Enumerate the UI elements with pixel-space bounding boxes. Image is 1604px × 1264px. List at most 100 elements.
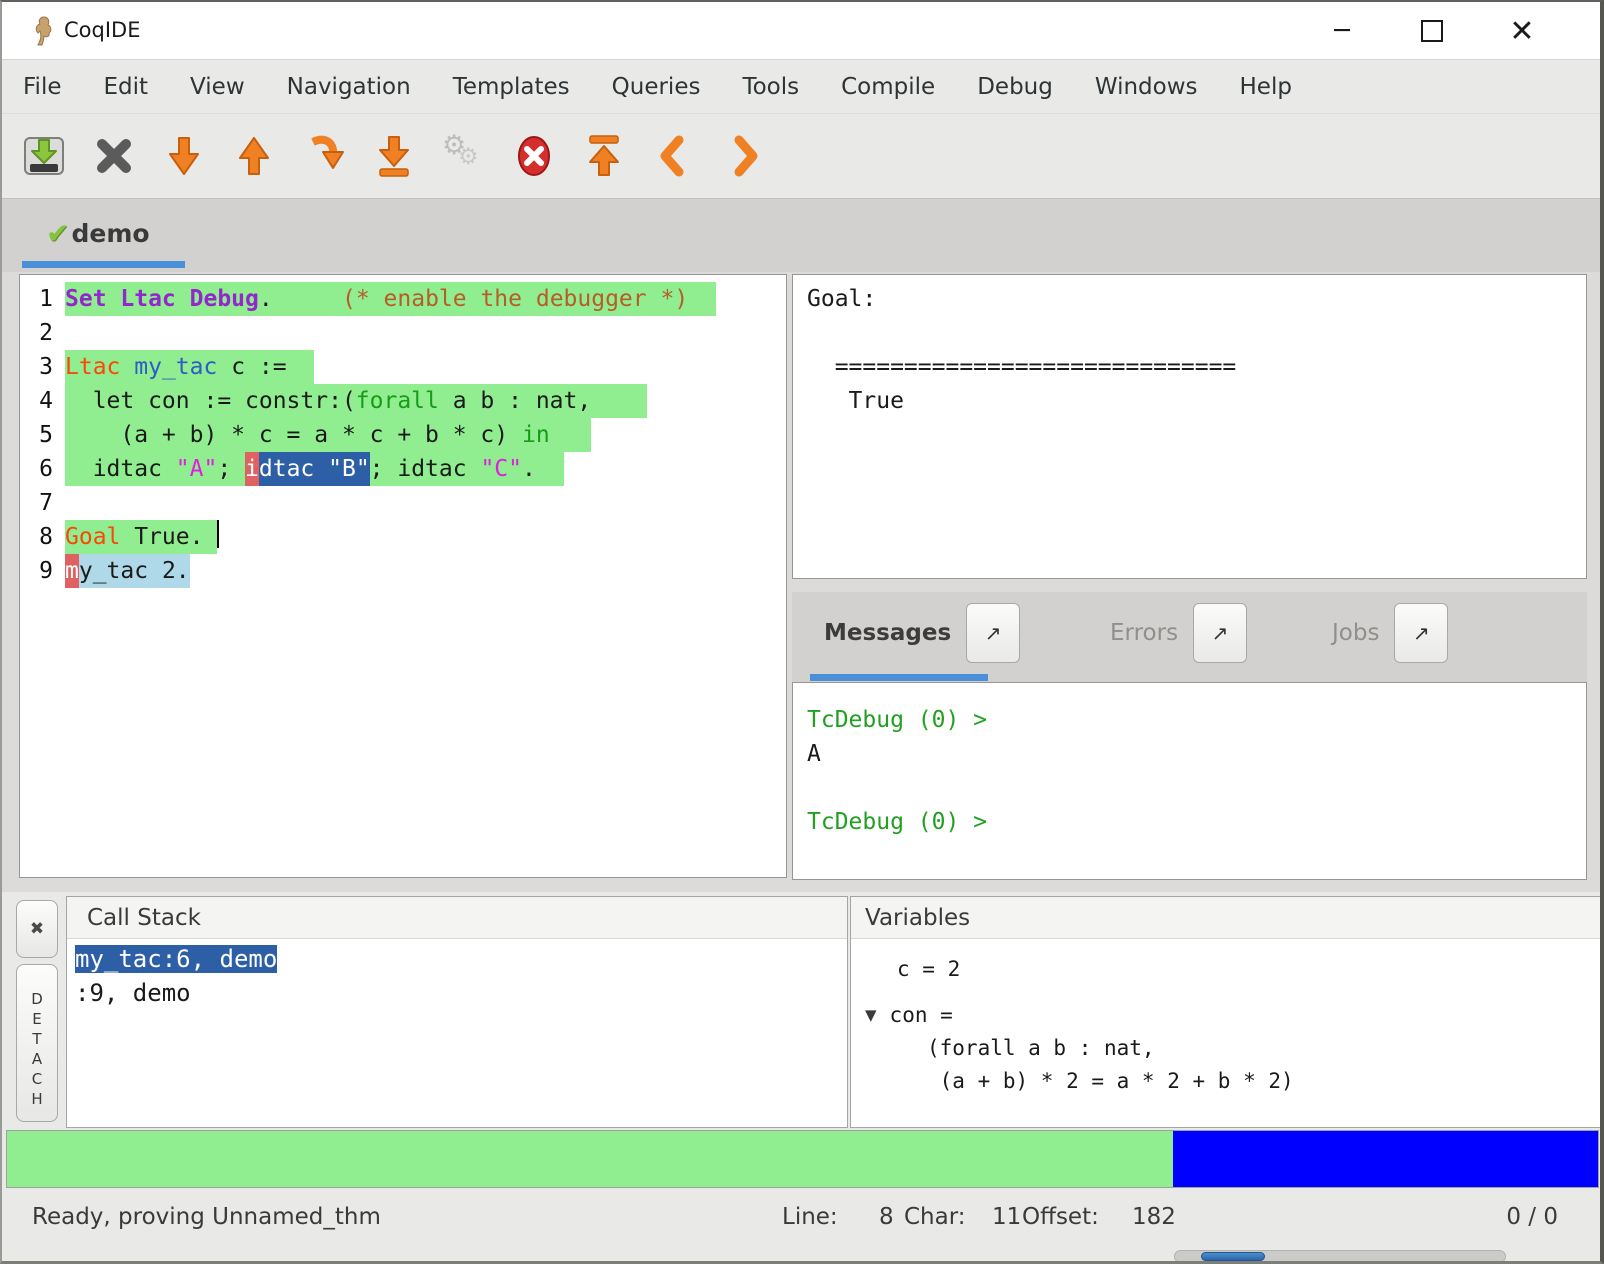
editor-line-1[interactable]: 1Set Ltac Debug. (* enable the debugger …: [20, 282, 786, 316]
goal-line: True: [807, 384, 1586, 418]
editor-line-6[interactable]: 6 idtac "A"; idtac "B"; idtac "C".: [20, 452, 786, 486]
goal-line: Goal:: [807, 282, 1586, 316]
menu-windows[interactable]: Windows: [1074, 60, 1219, 113]
tab-label: Messages: [824, 620, 951, 646]
progress-remaining-segment: [1173, 1131, 1598, 1187]
coq-logo-icon: [30, 15, 56, 47]
close-panel-icon: ✖: [30, 919, 44, 939]
expand-triangle-icon[interactable]: ▼: [865, 999, 877, 1032]
script-editor[interactable]: 1Set Ltac Debug. (* enable the debugger …: [19, 274, 787, 878]
menu-tools[interactable]: Tools: [721, 60, 820, 113]
goal-panel[interactable]: Goal: ============================= True: [792, 274, 1587, 579]
tab-label: Errors: [1110, 620, 1178, 646]
detach-jobs-button[interactable]: ↗: [1394, 603, 1448, 663]
restart-icon[interactable]: [580, 132, 628, 180]
callstack-frame[interactable]: my_tac:6, demo: [75, 942, 847, 976]
callstack-header: Call Stack: [67, 897, 847, 939]
tab-jobs[interactable]: Jobs↗: [1332, 592, 1448, 674]
editor-line-2[interactable]: 2: [20, 316, 786, 350]
tab-messages[interactable]: Messages ↗: [824, 592, 1020, 674]
step-forward-icon[interactable]: [160, 132, 208, 180]
variables-rows[interactable]: c = 2▼con =(forall a b : nat, (a + b) * …: [851, 953, 1601, 1098]
menu-file[interactable]: File: [20, 60, 83, 113]
line-number: 8: [20, 520, 53, 554]
line-value: 8: [879, 1204, 894, 1230]
editor-line-9[interactable]: 9my_tac 2.: [20, 554, 786, 588]
detach-debug-panel-button[interactable]: DETACH: [16, 964, 58, 1122]
menubar: FileEditViewNavigationTemplatesQueriesTo…: [2, 60, 1600, 114]
minimize-button[interactable]: ─: [1320, 10, 1364, 52]
next-occurrence-icon[interactable]: [720, 132, 768, 180]
bottom-scrollbar-thumb[interactable]: [1201, 1252, 1265, 1261]
variable-value-line: (a + b) * 2 = a * 2 + b * 2): [927, 1065, 1601, 1098]
line-number: 4: [20, 384, 53, 418]
message-line: TcDebug (0) >: [807, 805, 1586, 839]
editor-line-8[interactable]: 8Goal True.: [20, 520, 786, 554]
menu-compile[interactable]: Compile: [820, 60, 956, 113]
close-debug-panel-button[interactable]: ✖: [16, 900, 58, 958]
offset-value: 182: [1132, 1204, 1176, 1230]
proof-progress-bar: [6, 1130, 1599, 1188]
document-tabbar: ✔ demo: [2, 198, 1600, 272]
status-message: Ready, proving Unnamed_thm: [32, 1204, 381, 1230]
line-number: 6: [20, 452, 53, 486]
maximize-button[interactable]: [1410, 10, 1454, 52]
variable-entry: c = 2: [897, 953, 1601, 986]
coqide-window: CoqIDE ─ ✕ FileEditViewNavigationTemplat…: [0, 0, 1604, 1264]
menu-help[interactable]: Help: [1219, 60, 1313, 113]
statusbar: Ready, proving Unnamed_thm Line: 8 Char:…: [2, 1190, 1600, 1246]
previous-occurrence-icon[interactable]: [650, 132, 698, 180]
callstack-frame[interactable]: :9, demo: [75, 976, 847, 1010]
line-number: 5: [20, 418, 53, 452]
message-line: TcDebug (0) >: [807, 703, 1586, 737]
feedback-tabbar: Messages↗Errors↗Jobs↗: [792, 592, 1587, 682]
menu-templates[interactable]: Templates: [432, 60, 591, 113]
line-number: 7: [20, 486, 53, 520]
active-tab-underline: [22, 261, 185, 268]
bottom-scrollbar[interactable]: [1174, 1250, 1506, 1263]
close-window-button[interactable]: ✕: [1500, 10, 1544, 52]
line-number: 3: [20, 350, 53, 384]
variable-entry-expandable[interactable]: ▼con =: [865, 999, 1601, 1032]
offset-label: Offset:: [1022, 1204, 1099, 1230]
goal-line: [807, 316, 1586, 350]
callstack-rows[interactable]: my_tac:6, demo:9, demo: [67, 939, 847, 1010]
menu-queries[interactable]: Queries: [591, 60, 722, 113]
step-backward-icon[interactable]: [230, 132, 278, 180]
run-to-end-icon[interactable]: [370, 132, 418, 180]
interrupt-icon[interactable]: [510, 132, 558, 180]
close-tab-icon[interactable]: [90, 132, 138, 180]
detach-arrow-icon: ↗: [1212, 621, 1229, 645]
line-number: 9: [20, 554, 53, 588]
variables-panel: Variables c = 2▼con =(forall a b : nat, …: [850, 896, 1602, 1128]
line-label: Line:: [782, 1204, 838, 1230]
settings-gears-icon[interactable]: ⚙⚙: [440, 132, 488, 180]
toolbar: ⚙⚙: [2, 114, 1600, 198]
text-cursor: [217, 520, 219, 548]
detach-errors-button[interactable]: ↗: [1193, 603, 1247, 663]
tab-errors[interactable]: Errors ↗: [1110, 592, 1247, 674]
char-label: Char:: [904, 1204, 966, 1230]
editor-line-3[interactable]: 3Ltac my_tac c :=: [20, 350, 786, 384]
save-icon[interactable]: [20, 132, 68, 180]
check-icon: ✔: [46, 217, 69, 250]
detach-messages-button[interactable]: ↗: [966, 603, 1020, 663]
tab-demo[interactable]: ✔ demo: [22, 199, 150, 267]
editor-line-4[interactable]: 4 let con := constr:(forall a b : nat,: [20, 384, 786, 418]
active-feedback-tab-underline: [810, 674, 988, 681]
callstack-panel: Call Stack my_tac:6, demo:9, demo: [66, 896, 848, 1128]
message-line: A: [807, 737, 1586, 771]
messages-panel[interactable]: TcDebug (0) >ATcDebug (0) >: [792, 682, 1587, 880]
error-counter: 0 / 0: [1506, 1204, 1558, 1230]
menu-edit[interactable]: Edit: [83, 60, 170, 113]
editor-line-5[interactable]: 5 (a + b) * c = a * c + b * c) in: [20, 418, 786, 452]
line-number: 2: [20, 316, 53, 350]
window-title: CoqIDE: [64, 18, 140, 42]
menu-view[interactable]: View: [169, 60, 266, 113]
goto-cursor-icon[interactable]: [300, 132, 348, 180]
goal-line: =============================: [807, 350, 1586, 384]
message-line: [807, 771, 1586, 805]
editor-line-7[interactable]: 7: [20, 486, 786, 520]
menu-debug[interactable]: Debug: [956, 60, 1074, 113]
menu-navigation[interactable]: Navigation: [266, 60, 432, 113]
